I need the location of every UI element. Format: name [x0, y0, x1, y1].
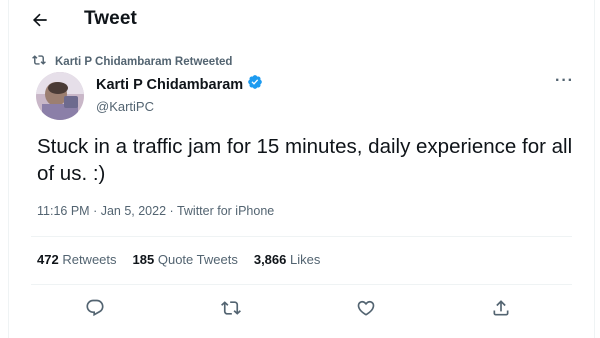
quote-tweets-label: Quote Tweets — [157, 252, 238, 267]
retweeted-by[interactable]: Karti P Chidambaram Retweeted — [31, 53, 232, 70]
tweet-time[interactable]: 11:16 PM — [37, 204, 90, 218]
more-horizontal-icon[interactable]: ··· — [555, 72, 574, 90]
divider — [31, 284, 572, 285]
divider — [31, 236, 572, 237]
tweet-page: Tweet Karti P Chidambaram Retweeted Kart… — [8, 0, 595, 338]
meta-separator: · — [93, 204, 101, 218]
retweets-label: Retweets — [62, 252, 117, 267]
quote-tweets-count: 185 — [132, 252, 155, 267]
tweet-date[interactable]: Jan 5, 2022 — [101, 204, 166, 218]
retweet-icon[interactable] — [219, 296, 243, 320]
retweets-stat[interactable]: 472 Retweets — [37, 252, 117, 267]
reply-icon[interactable] — [83, 296, 107, 320]
retweeted-by-label: Karti P Chidambaram Retweeted — [55, 55, 233, 68]
tweet-text: Stuck in a traffic jam for 15 minutes, d… — [37, 135, 573, 185]
meta-separator: · — [169, 204, 177, 218]
author-name[interactable]: Karti P Chidambaram — [96, 77, 243, 93]
page-header: Tweet — [9, 0, 594, 40]
author-handle[interactable]: @KartiPC — [96, 99, 263, 114]
avatar[interactable] — [36, 72, 84, 120]
likes-count: 3,866 — [253, 252, 287, 267]
retweet-icon — [31, 53, 47, 70]
share-icon[interactable] — [489, 296, 513, 320]
page-title: Tweet — [84, 8, 137, 29]
author-info: Karti P Chidambaram @KartiPC — [96, 74, 263, 114]
quote-tweets-stat[interactable]: 185 Quote Tweets — [133, 252, 238, 267]
like-icon[interactable] — [354, 296, 378, 320]
tweet-stats: 472 Retweets 185 Quote Tweets 3,866 Like… — [37, 252, 320, 267]
likes-label: Likes — [290, 252, 321, 267]
tweet-actions — [9, 290, 594, 324]
tweet-source[interactable]: Twitter for iPhone — [177, 204, 274, 218]
retweets-count: 472 — [37, 252, 59, 267]
likes-stat[interactable]: 3,866 Likes — [254, 252, 321, 267]
arrow-left-icon[interactable] — [29, 9, 51, 31]
tweet-meta: 11:16 PM · Jan 5, 2022 · Twitter for iPh… — [37, 204, 274, 218]
verified-badge-icon — [247, 74, 263, 95]
